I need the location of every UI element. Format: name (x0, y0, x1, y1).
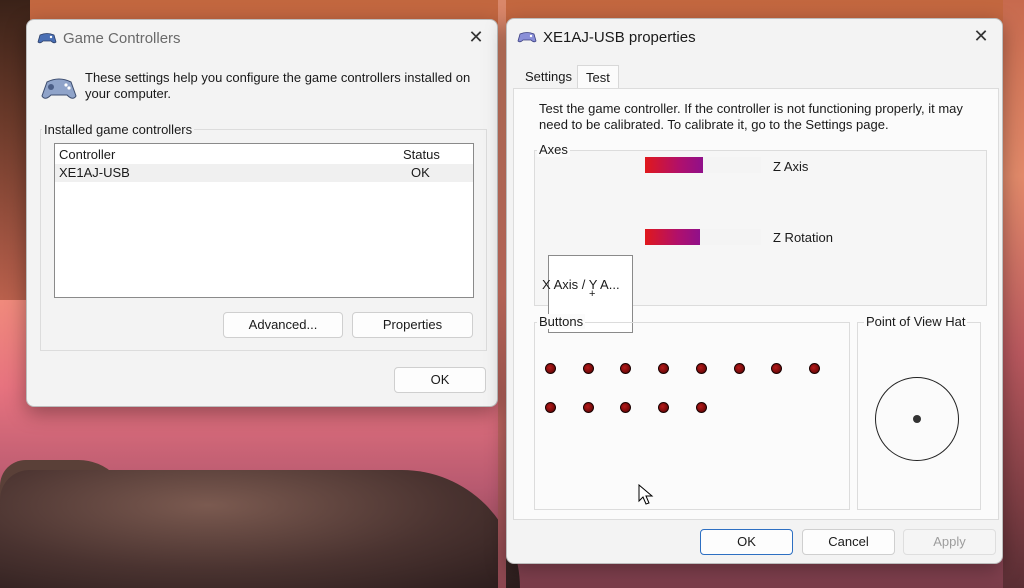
button-indicator (808, 363, 820, 374)
button-indicator (545, 402, 556, 413)
desktop-wallpaper-palm (1003, 0, 1024, 588)
pov-hat-center-dot (913, 415, 921, 423)
ok-button[interactable]: OK (700, 529, 793, 555)
description-text: These settings help you configure the ga… (85, 70, 471, 101)
axes-label: Axes (537, 142, 570, 157)
window-title: Game Controllers (63, 29, 181, 47)
desktop-wallpaper-strip (498, 0, 506, 588)
z-rotation-label: Z Rotation (773, 230, 833, 245)
list-item[interactable]: XE1AJ-USB OK (55, 164, 473, 182)
title-bar[interactable]: XE1AJ-USB properties ✕ (507, 19, 1002, 55)
cancel-button[interactable]: Cancel (802, 529, 895, 555)
controllers-list[interactable]: Controller Status XE1AJ-USB OK (54, 143, 474, 298)
xy-axis-label: X Axis / Y A... (542, 277, 620, 292)
controller-status: OK (411, 165, 430, 180)
gamepad-icon (517, 32, 537, 43)
buttons-group (534, 322, 850, 510)
button-indicator (695, 402, 707, 413)
properties-button[interactable]: Properties (352, 312, 473, 338)
button-indicator (582, 402, 594, 413)
button-indicator (582, 363, 594, 374)
desktop-wallpaper-rock (0, 470, 520, 588)
column-header-status[interactable]: Status (403, 147, 440, 162)
list-header: Controller Status (55, 144, 473, 164)
close-button[interactable]: ✕ (972, 27, 990, 45)
button-indicator (545, 363, 556, 374)
pov-hat-indicator (875, 377, 959, 461)
advanced-button[interactable]: Advanced... (223, 312, 343, 338)
controller-properties-window: XE1AJ-USB properties ✕ Settings Test Tes… (506, 18, 1003, 564)
z-axis-bar-fill (645, 157, 703, 173)
tab-test[interactable]: Test (577, 65, 619, 89)
mouse-pointer-icon (638, 484, 654, 505)
z-rotation-bar-fill (645, 229, 700, 245)
gamepad-icon (41, 78, 77, 99)
close-icon: ✕ (468, 27, 484, 47)
tab-settings[interactable]: Settings (517, 65, 580, 89)
ok-button[interactable]: OK (394, 367, 486, 393)
window-title: XE1AJ-USB properties (543, 28, 696, 46)
gamepad-icon (37, 33, 57, 44)
instructions-text: Test the game controller. If the control… (539, 101, 963, 132)
game-controllers-window: Game Controllers ✕ These settings help y… (26, 19, 498, 407)
z-axis-label: Z Axis (773, 159, 809, 174)
group-label: Installed game controllers (42, 122, 195, 137)
z-rotation-bar (645, 229, 761, 245)
button-indicator (695, 363, 707, 374)
column-header-controller[interactable]: Controller (59, 147, 115, 162)
buttons-label: Buttons (537, 314, 586, 329)
z-axis-bar (645, 157, 761, 173)
title-bar[interactable]: Game Controllers ✕ (27, 20, 497, 56)
close-button[interactable]: ✕ (467, 28, 485, 46)
test-tab-panel: Test the game controller. If the control… (513, 88, 999, 520)
button-indicator (733, 363, 745, 374)
pov-hat-label: Point of View Hat (864, 314, 968, 329)
apply-button[interactable]: Apply (903, 529, 996, 555)
controller-name: XE1AJ-USB (59, 165, 130, 180)
close-icon: ✕ (973, 26, 989, 46)
